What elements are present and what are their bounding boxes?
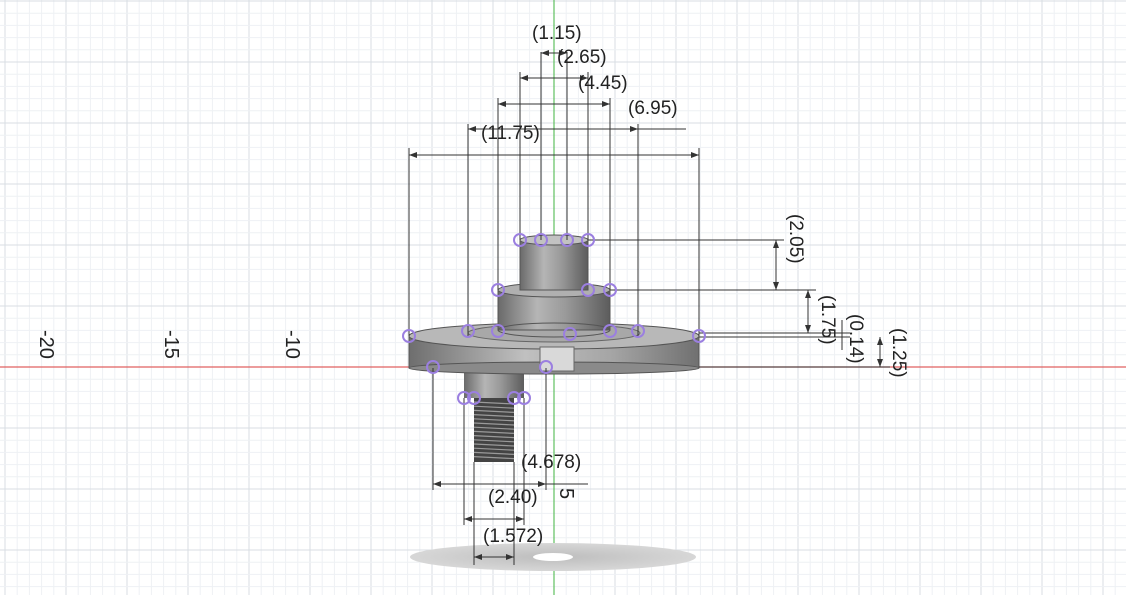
dim-1-15[interactable]: (1.15) — [532, 23, 582, 44]
axis-label-minus-15: -15 — [160, 330, 182, 359]
dim-4-678[interactable]: (4.678) — [521, 452, 581, 473]
cad-viewport[interactable]: (1.15) (2.65) (4.45) (6.95) (11.75) (2.0… — [0, 0, 1126, 595]
dim-1-572[interactable]: (1.572) — [483, 526, 543, 547]
dim-2-65[interactable]: (2.65) — [557, 47, 607, 68]
dim-1-75[interactable]: (1.75) — [817, 295, 838, 345]
flange-slot — [539, 346, 575, 372]
dim-2-40[interactable]: (2.40) — [488, 487, 538, 508]
stud-shoulder — [464, 372, 524, 398]
canvas-svg[interactable]: (1.15) (2.65) (4.45) (6.95) (11.75) (2.0… — [0, 0, 1126, 595]
top-boss-top — [519, 234, 589, 246]
dim-4-45[interactable]: (4.45) — [578, 73, 628, 94]
axis-label-minus-20: -20 — [35, 330, 57, 359]
dim-1-25[interactable]: (1.25) — [888, 328, 909, 378]
top-boss — [519, 239, 589, 291]
dim-11-75[interactable]: (11.75) — [481, 123, 540, 144]
dim-0-14[interactable]: (0.14) — [845, 314, 866, 364]
shadow-highlight — [533, 553, 573, 561]
dim-6-95[interactable]: (6.95) — [628, 98, 678, 119]
axis-label-minus-10: -10 — [281, 330, 303, 359]
dim-2-05[interactable]: (2.05) — [785, 214, 806, 264]
axis-label-5: 5 — [555, 488, 577, 499]
